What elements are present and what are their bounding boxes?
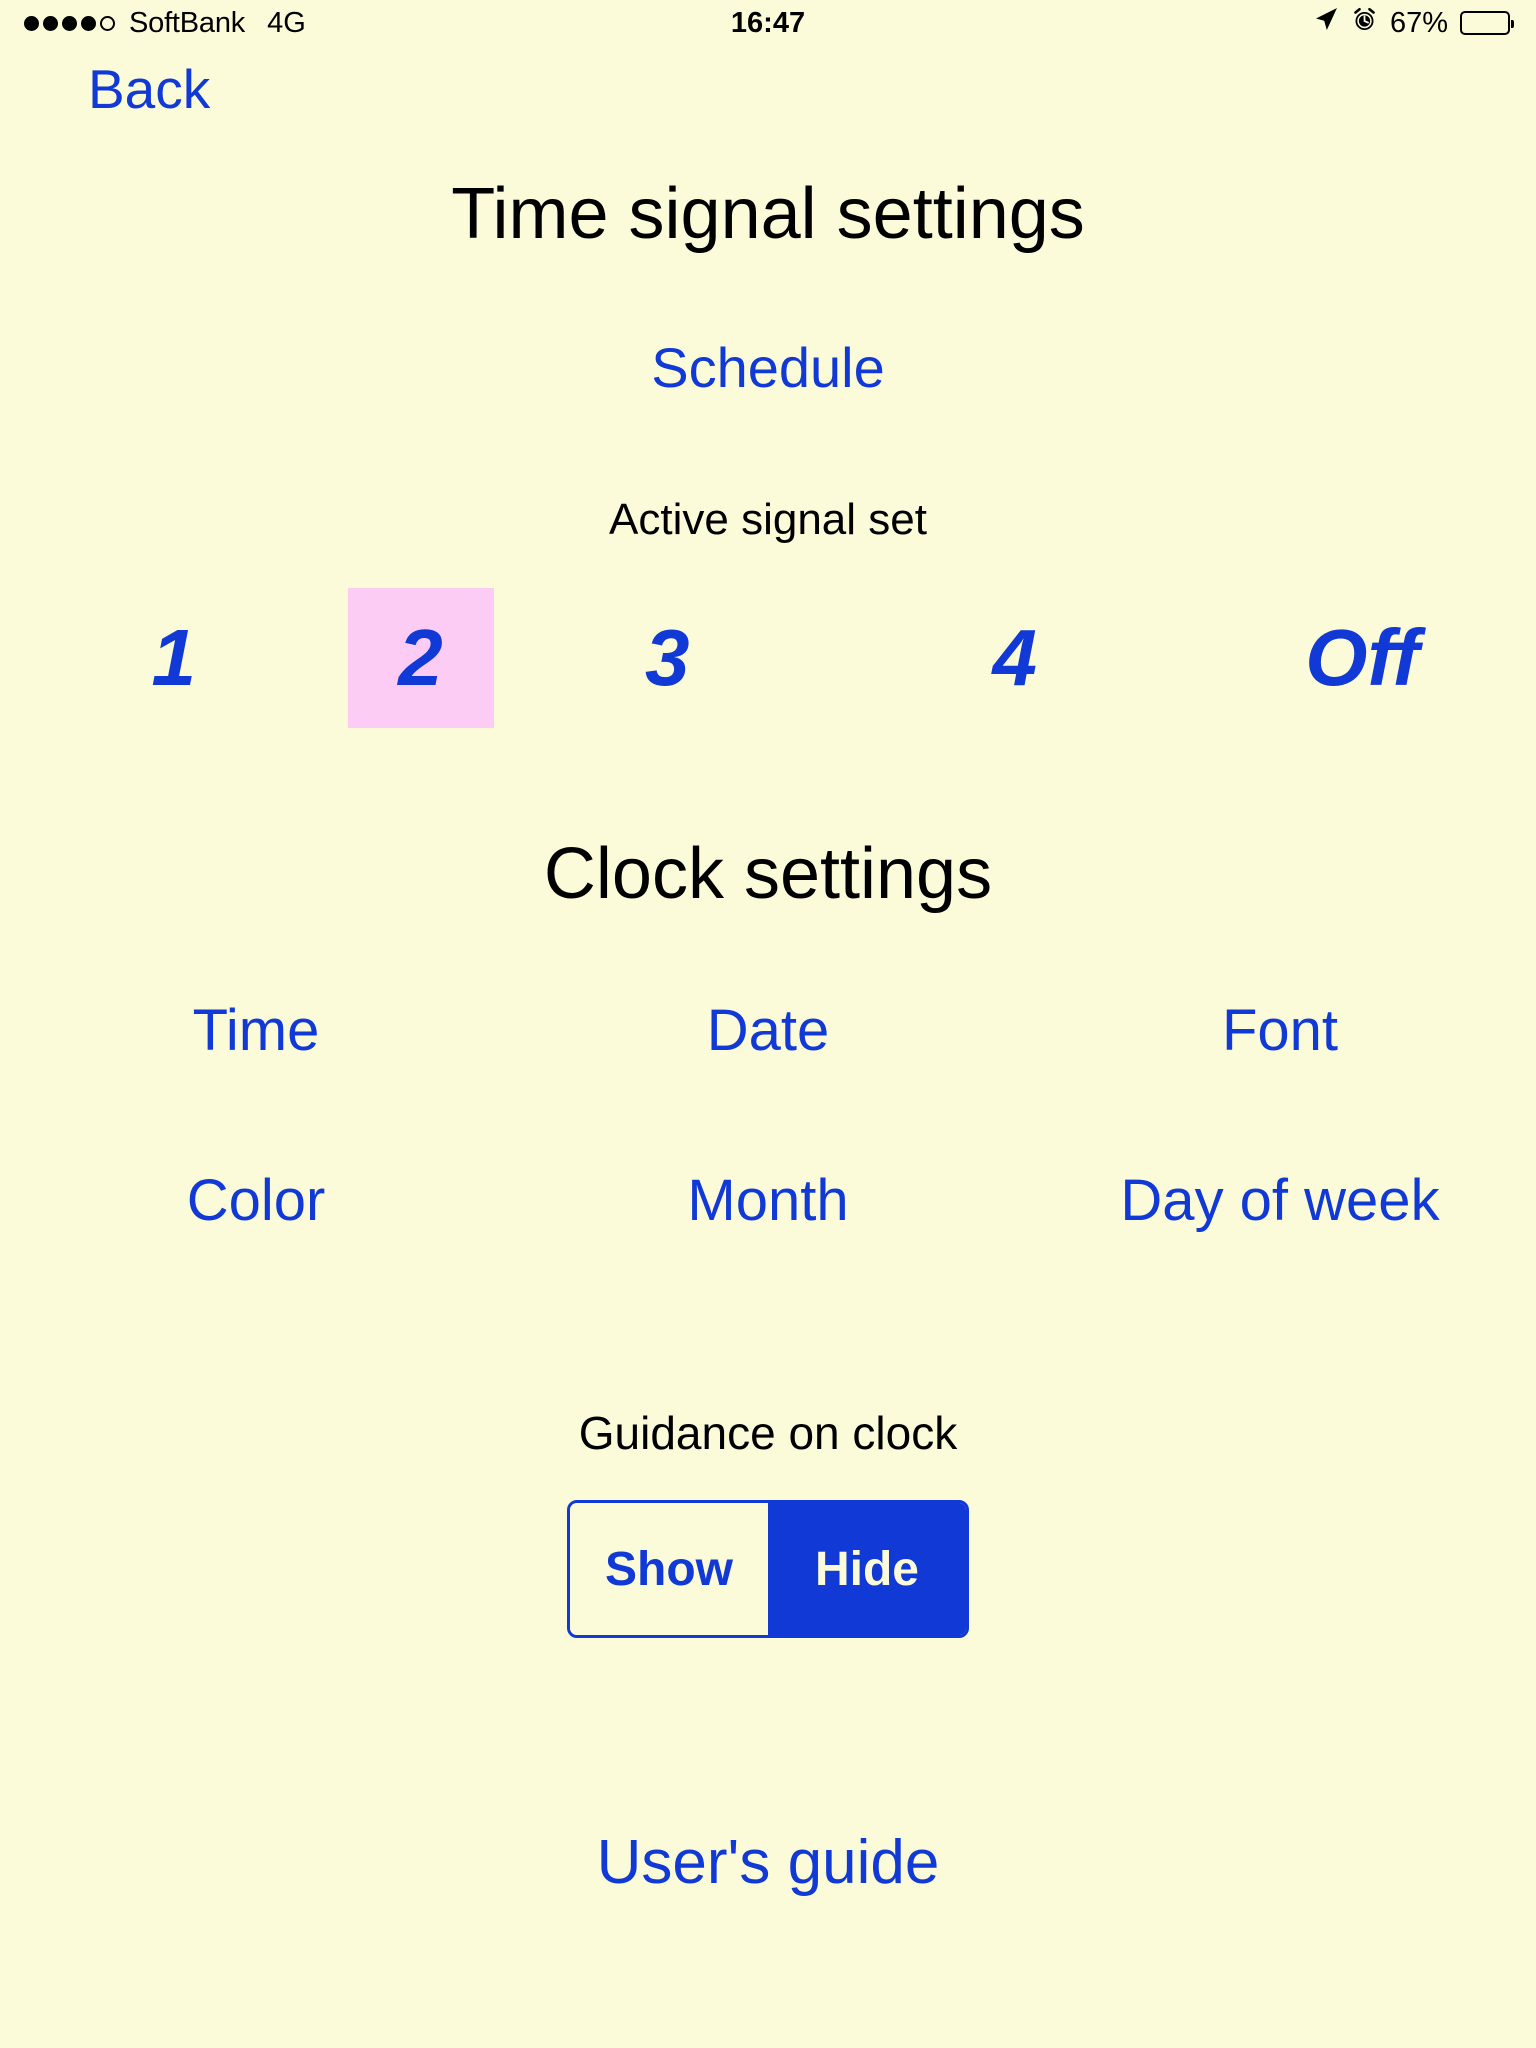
clock-setting-month[interactable]: Month (512, 1172, 1024, 1230)
status-bar-right: 67% (1313, 6, 1514, 41)
guidance-option-show[interactable]: Show (570, 1503, 768, 1635)
guidance-toggle-wrap: Show Hide (0, 1500, 1536, 1638)
status-bar-left: SoftBank 4G (24, 7, 306, 40)
signal-set-option-4[interactable]: 4 (841, 588, 1189, 728)
clock-settings-row: Color Month Day of week (0, 1172, 1536, 1342)
guidance-option-hide[interactable]: Hide (768, 1503, 966, 1635)
active-signal-set-selector[interactable]: 1 2 3 4 Off (0, 588, 1536, 728)
signal-dot-filled (24, 15, 39, 31)
signal-dot-filled (43, 15, 58, 31)
signal-set-option-label: 4 (992, 613, 1038, 702)
clock-settings-row: Time Date Font (0, 1002, 1536, 1172)
signal-set-option-2[interactable]: 2 (347, 588, 494, 728)
signal-strength-icon (24, 15, 115, 31)
clock-settings-options-grid: Time Date Font Color Month Day of week (0, 1002, 1536, 1342)
clock-setting-time[interactable]: Time (0, 1002, 512, 1060)
active-signal-set-label: Active signal set (609, 495, 927, 544)
carrier-name: SoftBank (129, 6, 246, 39)
alarm-clock-icon (1351, 6, 1378, 41)
signal-dot-filled (62, 15, 77, 31)
clock-setting-font[interactable]: Font (1024, 1002, 1536, 1060)
page-title: Time signal settings (451, 174, 1085, 254)
guidance-on-clock-label: Guidance on clock (578, 1407, 958, 1459)
users-guide-link[interactable]: User's guide (0, 1832, 1536, 1894)
signal-set-option-label: 2 (398, 613, 443, 702)
signal-set-option-3[interactable]: 3 (494, 588, 842, 728)
status-bar: SoftBank 4G 16:47 67% (0, 0, 1536, 46)
signal-set-option-off[interactable]: Off (1189, 588, 1536, 728)
back-button[interactable]: Back (88, 62, 210, 117)
clock-setting-color[interactable]: Color (0, 1172, 512, 1230)
clock-setting-date[interactable]: Date (512, 1002, 1024, 1060)
guidance-segmented-control[interactable]: Show Hide (567, 1500, 969, 1638)
clock-settings-title: Clock settings (543, 834, 993, 914)
signal-dot-filled (81, 15, 96, 31)
signal-set-option-label: 1 (151, 613, 197, 702)
battery-icon (1460, 11, 1514, 35)
schedule-link[interactable]: Schedule (0, 340, 1536, 396)
clock-setting-day-of-week[interactable]: Day of week (1024, 1172, 1536, 1230)
location-arrow-icon (1313, 6, 1339, 40)
signal-set-option-label: Off (1305, 613, 1420, 702)
signal-dot-empty (100, 15, 115, 31)
signal-set-option-label: 3 (645, 613, 690, 702)
network-type: 4G (267, 6, 306, 39)
battery-percentage: 67% (1389, 6, 1448, 39)
signal-set-option-1[interactable]: 1 (0, 588, 348, 728)
